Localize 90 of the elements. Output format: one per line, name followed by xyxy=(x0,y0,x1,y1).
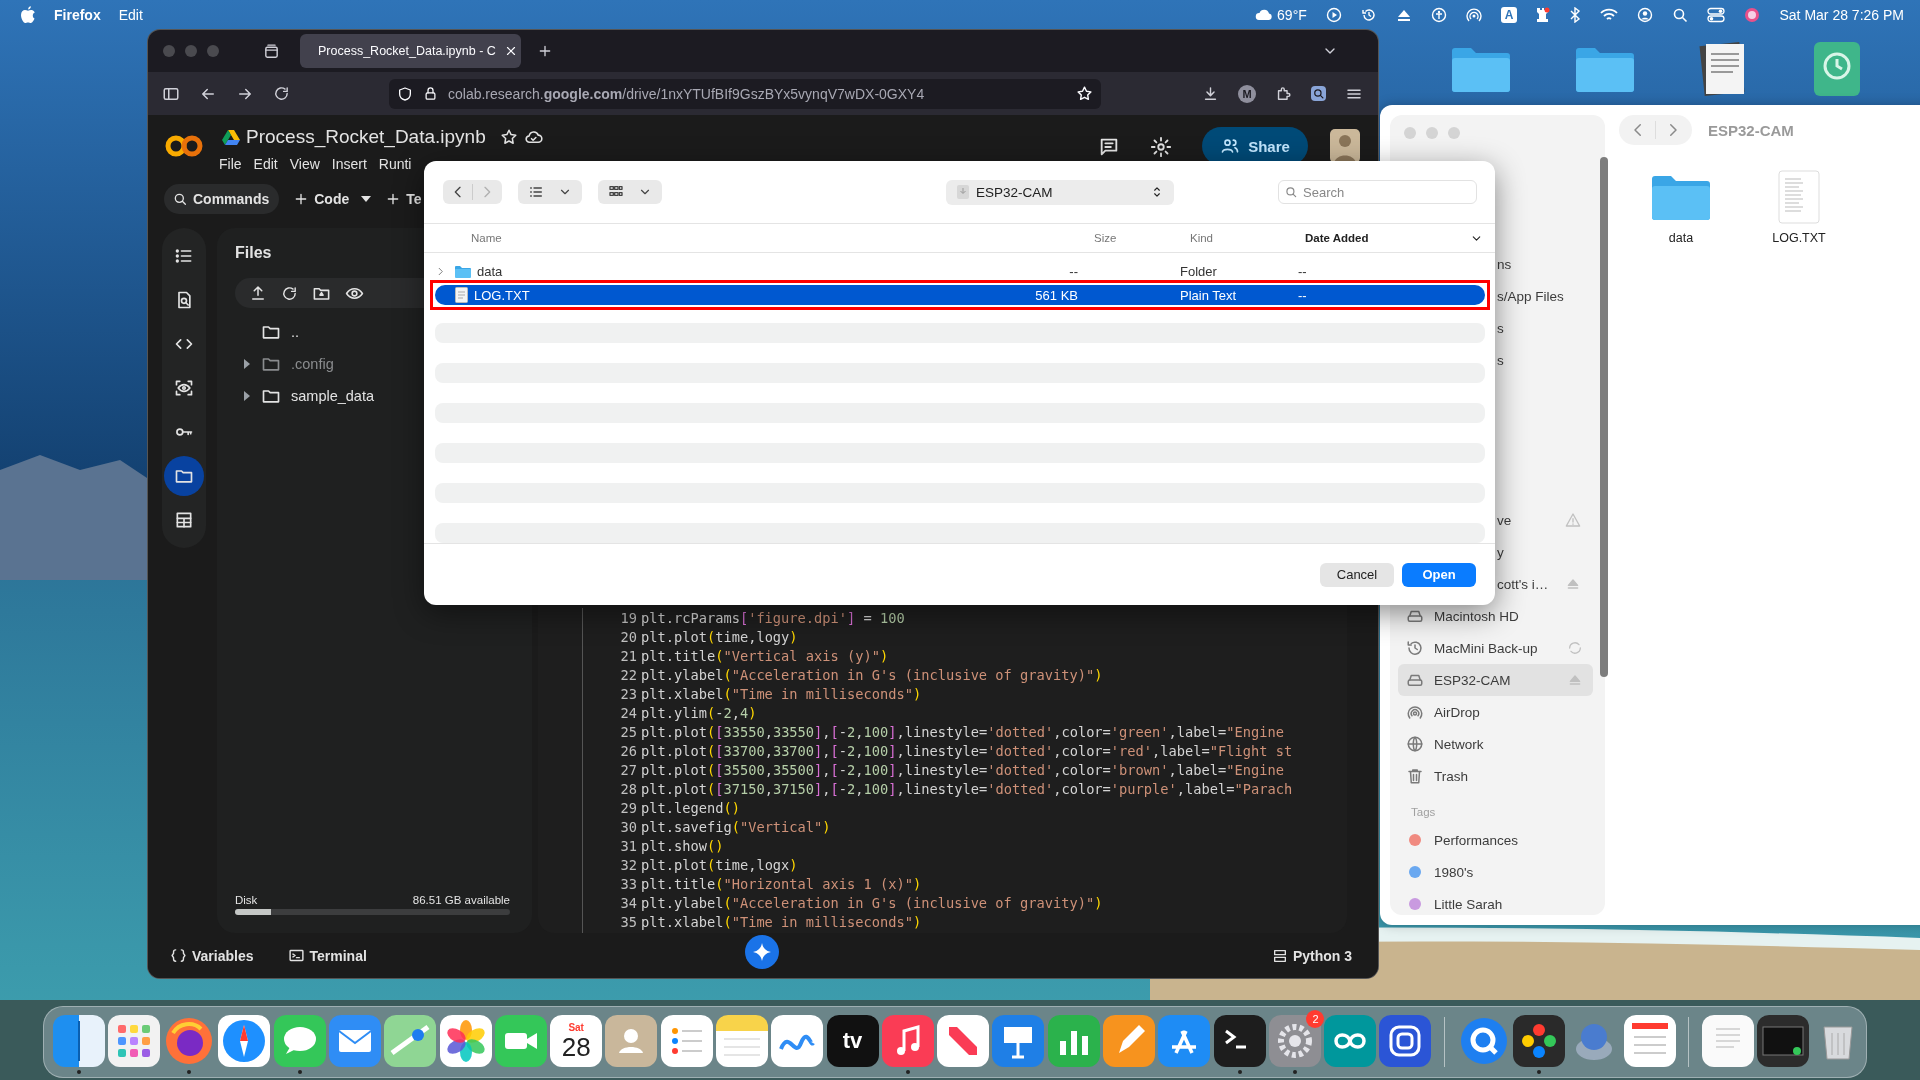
menu-item[interactable]: Runti xyxy=(378,156,412,172)
menu-item[interactable]: View xyxy=(289,156,320,172)
code-line: plt.title("Vertical axis (y)") xyxy=(641,647,889,664)
column-header[interactable]: Name xyxy=(471,232,502,244)
code-line: plt.legend() xyxy=(641,800,740,817)
sidebar-item[interactable]: s xyxy=(1497,320,1504,336)
code-line: plt.ylim(-2,4) xyxy=(641,704,757,721)
line-number: 24 xyxy=(619,704,638,721)
file-tree-item[interactable]: .. xyxy=(291,324,300,340)
sidebar-item[interactable]: Performances xyxy=(1398,824,1593,856)
file-name[interactable]: data xyxy=(1668,231,1694,245)
code-line: plt.title("Horizontal axis 1 (x)") xyxy=(641,876,922,893)
sidebar-item[interactable]: ve xyxy=(1497,512,1512,528)
code-line: plt.savefig("Vertical") xyxy=(641,819,831,836)
line-number: 33 xyxy=(619,876,638,893)
column-header[interactable]: Size xyxy=(1094,232,1117,244)
address-bar[interactable]: colab.research.google.com/drive/1nxYTUfBIf9GszBYx5vynqV7wDX-0GXY4 xyxy=(389,78,1101,109)
line-number: 20 xyxy=(619,628,638,645)
clock[interactable]: Sat Mar 28 7:26 PM xyxy=(1779,6,1904,23)
menu-item[interactable]: Insert xyxy=(331,156,367,172)
code-line: plt.xlabel("Time in milliseconds") xyxy=(641,685,922,702)
line-number: 23 xyxy=(619,685,638,702)
code-line: plt.plot([33550,33550],[-2,100],linestyle='dotted',color='green',label="Engine xyxy=(641,724,1284,740)
file-row[interactable]: LOG.TXT 561 KB Plain Text -- xyxy=(435,285,1485,305)
profile-button[interactable]: M xyxy=(1238,84,1256,103)
sidebar-item[interactable]: 1980's xyxy=(1398,856,1593,888)
add-text-button[interactable]: Te xyxy=(385,190,422,207)
runtime-button[interactable]: Python 3 xyxy=(1271,947,1352,964)
search-field[interactable]: Search xyxy=(1278,180,1477,204)
line-number: 22 xyxy=(619,666,638,683)
browser-tab[interactable]: Process_Rocket_Data.ipynb - C xyxy=(300,34,521,68)
sidebar-item[interactable]: cott's i… xyxy=(1497,576,1549,592)
sidebar-item[interactable]: s xyxy=(1497,352,1504,368)
code-line: plt.show() xyxy=(641,838,724,855)
line-number: 19 xyxy=(619,609,638,626)
line-number: 29 xyxy=(619,800,638,817)
line-number: 21 xyxy=(619,647,638,664)
file-name[interactable]: LOG.TXT xyxy=(1772,231,1826,245)
sidebar-item[interactable]: Network xyxy=(1398,728,1593,760)
sidebar-item[interactable]: ns xyxy=(1497,256,1512,272)
sidebar-heading: Tags xyxy=(1411,806,1437,820)
menu-item[interactable]: File xyxy=(219,156,242,172)
add-code-button[interactable]: Code xyxy=(293,190,350,207)
terminal-button[interactable]: Terminal xyxy=(287,947,367,964)
code-line: plt.plot(time,logx) xyxy=(641,857,798,874)
file-tree-item[interactable]: .config xyxy=(291,356,334,372)
commands-button[interactable]: Commands xyxy=(164,183,280,214)
sidebar-item[interactable]: y xyxy=(1497,544,1504,560)
line-number: 35 xyxy=(619,914,638,931)
location-dropdown[interactable]: ESP32-CAM xyxy=(946,179,1174,205)
notebook-title[interactable]: Process_Rocket_Data.ipynb xyxy=(246,126,486,148)
line-number: 31 xyxy=(619,838,638,855)
code-line: plt.rcParams['figure.dpi'] = 100 xyxy=(641,609,905,626)
column-header[interactable]: Date Added xyxy=(1305,232,1369,244)
sidebar-item[interactable]: s/App Files xyxy=(1497,288,1564,304)
code-line: plt.plot([35500,35500],[-2,100],linestyle='dotted',color='brown',label="Engine xyxy=(641,762,1284,779)
line-number: 26 xyxy=(619,743,638,760)
app-menu[interactable]: Firefox xyxy=(54,6,101,23)
code-line: plt.plot(time,logy) xyxy=(641,628,798,645)
disk-space: 86.51 GB available xyxy=(412,894,510,906)
file-tree-item[interactable]: sample_data xyxy=(291,388,375,404)
line-number: 27 xyxy=(619,762,638,779)
window-title: ESP32-CAM xyxy=(1708,121,1794,139)
line-number: 32 xyxy=(619,857,638,874)
column-header[interactable]: Kind xyxy=(1190,232,1214,244)
panel-title: Files xyxy=(235,244,273,262)
cancel-button[interactable]: Cancel xyxy=(1320,562,1394,587)
file-row[interactable]: data -- Folder -- xyxy=(435,261,1485,281)
code-line: plt.plot([33700,33700],[-2,100],linestyle='dotted',color='red',label="Flight st xyxy=(641,743,1293,760)
sidebar-item[interactable]: ESP32-CAM xyxy=(1398,664,1593,696)
line-number: 34 xyxy=(619,895,638,912)
code-line: plt.xlabel("Time in milliseconds") xyxy=(641,914,922,931)
open-button[interactable]: Open xyxy=(1402,562,1476,587)
menu-item[interactable]: Edit xyxy=(253,156,278,172)
calendar-icon[interactable]: Sat 28 xyxy=(550,1015,603,1067)
code-line: plt.ylabel("Acceleration in G's (inclusive of gravity)") xyxy=(641,666,1103,683)
sidebar-item[interactable]: Little Sarah xyxy=(1398,888,1593,920)
menu-item[interactable]: Edit xyxy=(118,6,143,23)
line-number: 25 xyxy=(619,724,638,740)
temperature[interactable]: 69°F xyxy=(1277,6,1307,23)
line-number: 28 xyxy=(619,781,638,798)
code-line: plt.ylabel("Acceleration in G's (inclusive of gravity)") xyxy=(641,895,1103,912)
sidebar-item[interactable]: AirDrop xyxy=(1398,696,1593,728)
disk-label: Disk xyxy=(235,894,258,906)
code-line: plt.plot([37150,37150],[-2,100],linestyle='dotted',color='purple',label="Parach xyxy=(641,781,1293,798)
tv-icon[interactable]: tv xyxy=(826,1015,879,1067)
sidebar-item[interactable]: MacMini Back-up xyxy=(1398,632,1593,664)
line-number: 30 xyxy=(619,819,638,836)
sidebar-item[interactable]: Trash xyxy=(1398,760,1593,792)
variables-button[interactable]: Variables xyxy=(170,947,254,964)
